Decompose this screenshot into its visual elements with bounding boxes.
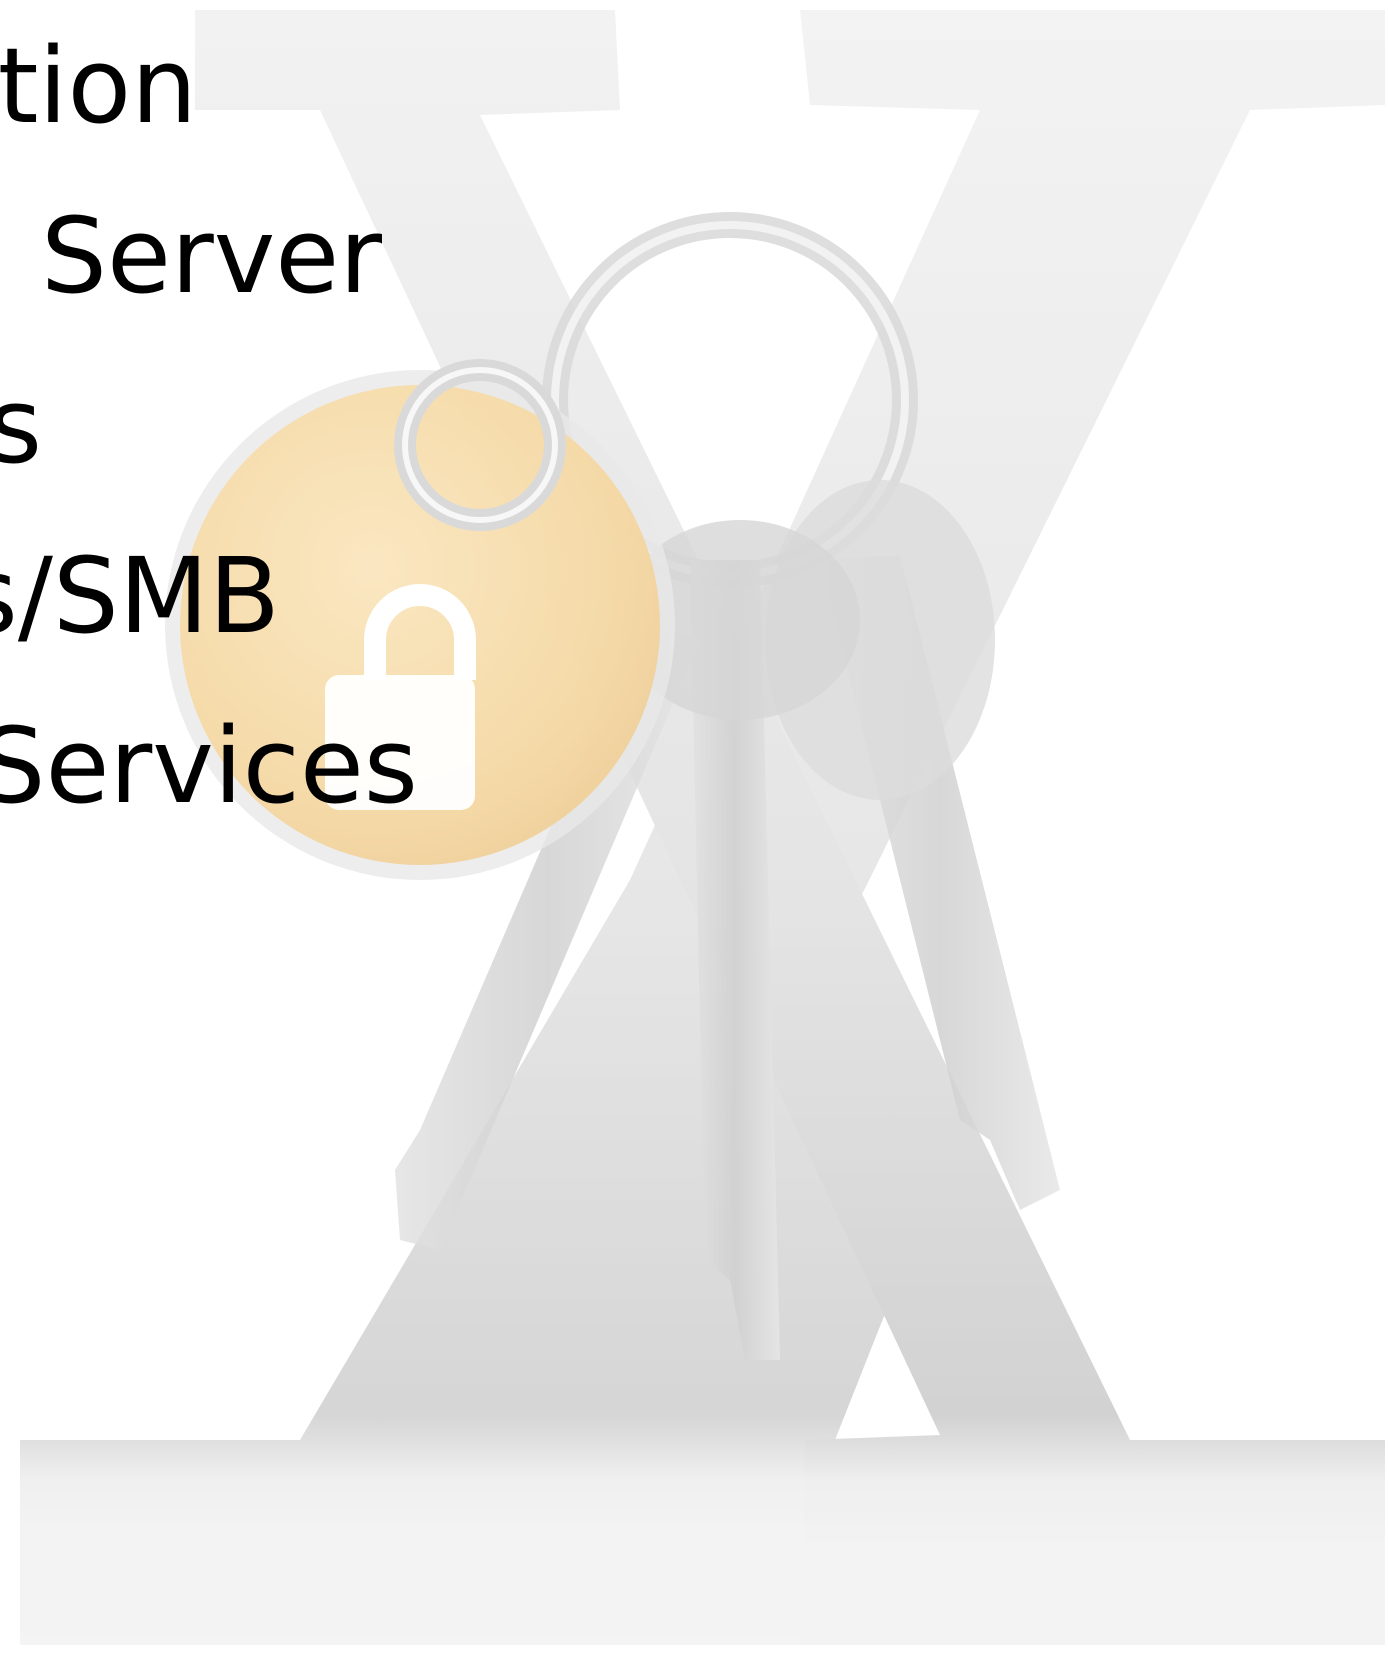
menu-item[interactable]: rd Server — [0, 204, 382, 308]
menu-item[interactable]: k Services — [0, 714, 418, 818]
menu-item[interactable]: s/SMB — [0, 544, 280, 648]
menu-item[interactable]: s — [0, 374, 42, 478]
slide-canvas: ction rd Server s s/SMB k Services — [0, 0, 1388, 1656]
menu-list: ction rd Server s s/SMB k Services — [0, 0, 1388, 1656]
menu-item[interactable]: ction — [0, 34, 197, 138]
